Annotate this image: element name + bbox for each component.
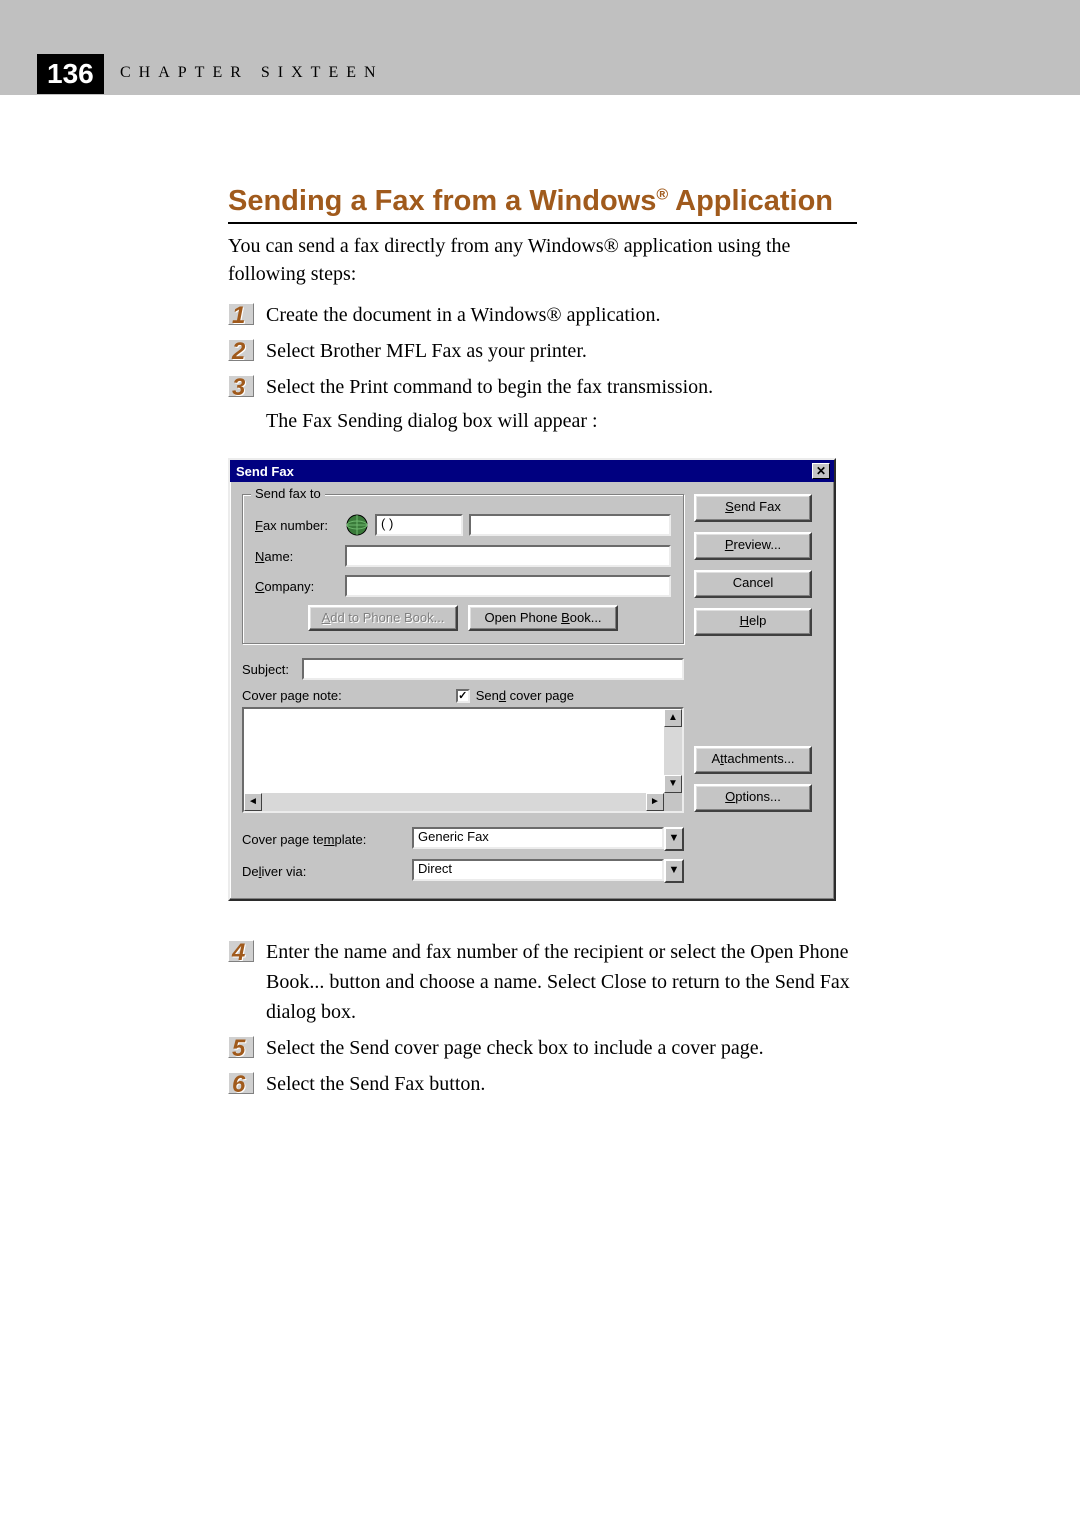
step-3: Select the Print command to begin the fa…: [228, 372, 857, 436]
dialog-title: Send Fax: [236, 464, 294, 479]
fax-number-label: Fax number:: [255, 518, 345, 533]
step-badge-3: [228, 375, 254, 397]
step-1-text: Create the document in a Windows® applic…: [266, 304, 660, 326]
chevron-down-icon[interactable]: ▼: [664, 827, 684, 851]
fax-number-input-2[interactable]: [469, 514, 671, 536]
help-button[interactable]: Help: [694, 608, 812, 636]
send-fax-button[interactable]: Send Fax: [694, 494, 812, 522]
send-cover-page-checkbox[interactable]: ✓: [456, 689, 470, 703]
cover-page-template-select[interactable]: Generic Fax: [412, 827, 664, 849]
chapter-label: CHAPTER SIXTEEN: [120, 64, 384, 82]
section-title-pre: Sending a Fax from a Windows: [228, 185, 656, 217]
step-4: Enter the name and fax number of the rec…: [228, 937, 857, 1027]
group-legend: Send fax to: [251, 486, 325, 501]
subject-label: Subject:: [242, 662, 302, 677]
globe-icon[interactable]: [345, 513, 369, 537]
step-1: Create the document in a Windows® applic…: [228, 300, 857, 330]
scroll-down-icon[interactable]: ▼: [664, 775, 682, 793]
section-title-sup: ®: [656, 186, 668, 203]
cover-page-template-label: Cover page template:: [242, 832, 412, 847]
chevron-down-icon-2[interactable]: ▼: [664, 859, 684, 883]
options-button[interactable]: Options...: [694, 784, 812, 812]
step-6-text: Select the Send Fax button.: [266, 1073, 485, 1095]
name-input[interactable]: [345, 545, 671, 567]
step-badge-6: [228, 1072, 254, 1094]
step-3-sub: The Fax Sending dialog box will appear :: [266, 406, 857, 436]
cover-page-note-textarea[interactable]: ▲ ▼ ◄ ►: [242, 707, 684, 813]
send-cover-page-label: Send cover page: [476, 688, 574, 703]
scroll-right-icon[interactable]: ►: [646, 793, 664, 811]
step-5: Select the Send cover page check box to …: [228, 1033, 857, 1063]
open-phone-book-button[interactable]: Open Phone Book...: [468, 605, 618, 631]
step-badge-1: [228, 303, 254, 325]
section-title-post: Application: [668, 185, 833, 217]
attachments-button[interactable]: Attachments...: [694, 746, 812, 774]
page-number: 136: [37, 54, 104, 94]
page-header: 136 CHAPTER SIXTEEN: [0, 0, 1080, 95]
scroll-left-icon[interactable]: ◄: [244, 793, 262, 811]
step-6: Select the Send Fax button.: [228, 1069, 857, 1099]
close-icon[interactable]: ✕: [812, 463, 830, 479]
fax-number-input[interactable]: ( ): [375, 514, 463, 536]
company-input[interactable]: [345, 575, 671, 597]
scrollbar-horizontal[interactable]: [244, 793, 664, 811]
scroll-up-icon[interactable]: ▲: [664, 709, 682, 727]
company-label: Company:: [255, 579, 345, 594]
step-3-text: Select the Print command to begin the fa…: [266, 376, 713, 398]
deliver-via-label: Deliver via:: [242, 864, 412, 879]
send-fax-to-group: Send fax to Fax number: ( ) Name:: [242, 494, 684, 644]
section-title: Sending a Fax from a Windows® Applicatio…: [228, 185, 857, 224]
cancel-button[interactable]: Cancel: [694, 570, 812, 598]
name-label: Name:: [255, 549, 345, 564]
deliver-via-select[interactable]: Direct: [412, 859, 664, 881]
step-badge-2: [228, 339, 254, 361]
step-badge-5: [228, 1036, 254, 1058]
step-4-text: Enter the name and fax number of the rec…: [266, 941, 850, 1023]
section-intro: You can send a fax directly from any Win…: [228, 232, 857, 288]
step-badge-4: [228, 940, 254, 962]
add-to-phone-book-button: Add to Phone Book...: [308, 605, 458, 631]
scroll-corner: [664, 793, 682, 811]
subject-input[interactable]: [302, 658, 684, 680]
step-2: Select Brother MFL Fax as your printer.: [228, 336, 857, 366]
dialog-titlebar[interactable]: Send Fax ✕: [230, 460, 834, 482]
cover-page-note-label: Cover page note:: [242, 688, 342, 703]
send-fax-dialog: Send Fax ✕ Send fax to Fax number: ( ): [228, 458, 836, 901]
step-5-text: Select the Send cover page check box to …: [266, 1037, 764, 1059]
preview-button[interactable]: Preview...: [694, 532, 812, 560]
step-2-text: Select Brother MFL Fax as your printer.: [266, 340, 587, 362]
